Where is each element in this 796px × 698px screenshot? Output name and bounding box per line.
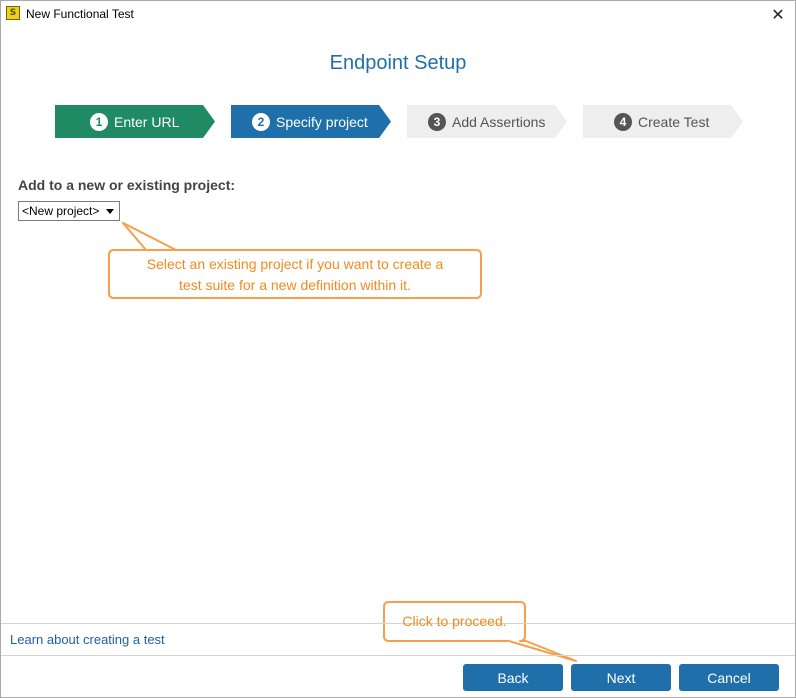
cancel-button[interactable]: Cancel (679, 664, 779, 691)
divider (1, 655, 795, 656)
soapui-icon: S (6, 6, 20, 20)
step-number: 3 (428, 112, 446, 131)
step-label: Specify project (276, 113, 368, 130)
step-specify-project: 2 Specify project (231, 105, 391, 138)
chevron-down-icon (106, 209, 114, 214)
next-hint-callout: Click to proceed. (386, 611, 523, 632)
step-label: Add Assertions (452, 113, 546, 130)
callout-line: Click to proceed. (402, 613, 507, 629)
back-button[interactable]: Back (463, 664, 563, 691)
step-number: 2 (252, 112, 270, 131)
close-button[interactable]: ✕ (761, 1, 795, 28)
new-functional-test-dialog: S New Functional Test ✕ Endpoint Setup 1… (0, 0, 796, 698)
step-add-assertions: 3 Add Assertions (407, 105, 567, 138)
callout-line: Select an existing project if you want t… (146, 256, 444, 272)
window-title: New Functional Test (26, 7, 134, 21)
project-label: Add to a new or existing project: (18, 177, 236, 193)
page-title: Endpoint Setup (329, 52, 467, 74)
title-bar: S New Functional Test ✕ (1, 1, 795, 28)
step-label: Create Test (638, 113, 710, 130)
project-select[interactable]: <New project> (18, 201, 120, 221)
step-number: 4 (614, 112, 632, 131)
step-number: 1 (90, 112, 108, 131)
step-label: Enter URL (114, 113, 180, 130)
step-create-test: 4 Create Test (583, 105, 743, 138)
learn-link[interactable]: Learn about creating a test (10, 632, 165, 647)
project-select-value: <New project> (22, 204, 100, 218)
callout-line: test suite for a new definition within i… (179, 277, 411, 293)
project-hint-callout: Select an existing project if you want t… (111, 254, 479, 296)
close-icon: ✕ (771, 5, 785, 24)
next-button[interactable]: Next (571, 664, 671, 691)
step-enter-url: 1 Enter URL (55, 105, 215, 138)
